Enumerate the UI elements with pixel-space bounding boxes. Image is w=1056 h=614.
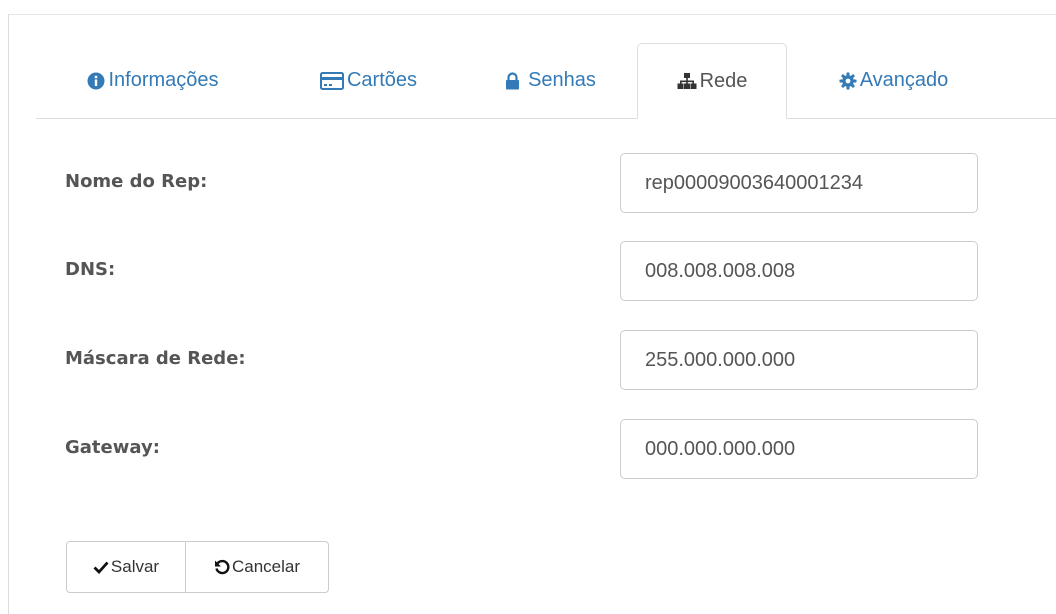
info-circle-icon bbox=[87, 72, 105, 90]
tab-cartoes[interactable]: Cartões bbox=[286, 43, 451, 118]
tab-rede[interactable]: Rede bbox=[637, 43, 787, 119]
gateway-input[interactable] bbox=[620, 419, 978, 479]
save-button[interactable]: Salvar bbox=[66, 541, 186, 593]
tab-bar: Informações Cartões Senhas Rede Avançado bbox=[36, 43, 1056, 119]
tab-label: Senhas bbox=[528, 69, 596, 91]
tab-label: Cartões bbox=[346, 69, 418, 91]
check-icon bbox=[93, 561, 109, 574]
tab-label: Informações bbox=[108, 69, 219, 91]
netmask-label: Máscara de Rede: bbox=[65, 348, 246, 369]
dns-input[interactable] bbox=[620, 241, 978, 301]
netmask-input[interactable] bbox=[620, 330, 978, 390]
rep-name-input[interactable] bbox=[620, 153, 978, 213]
credit-card-icon bbox=[319, 71, 344, 90]
save-button-label: Salvar bbox=[110, 557, 160, 576]
lock-icon bbox=[505, 71, 520, 90]
sitemap-icon bbox=[677, 72, 697, 90]
rep-name-label: Nome do Rep: bbox=[65, 171, 208, 192]
dns-label: DNS: bbox=[65, 259, 116, 280]
tab-label: Avançado bbox=[859, 69, 949, 91]
gateway-label: Gateway: bbox=[65, 437, 160, 458]
gear-icon bbox=[839, 72, 857, 90]
tab-senhas[interactable]: Senhas bbox=[468, 43, 633, 118]
cancel-button-label: Cancelar bbox=[231, 557, 301, 576]
tab-label: Rede bbox=[699, 69, 748, 92]
tab-avancado[interactable]: Avançado bbox=[811, 43, 976, 118]
tab-informacoes[interactable]: Informações bbox=[58, 43, 248, 118]
form-actions: Salvar Cancelar bbox=[66, 541, 329, 593]
cancel-button[interactable]: Cancelar bbox=[186, 541, 329, 593]
undo-icon bbox=[214, 559, 230, 575]
